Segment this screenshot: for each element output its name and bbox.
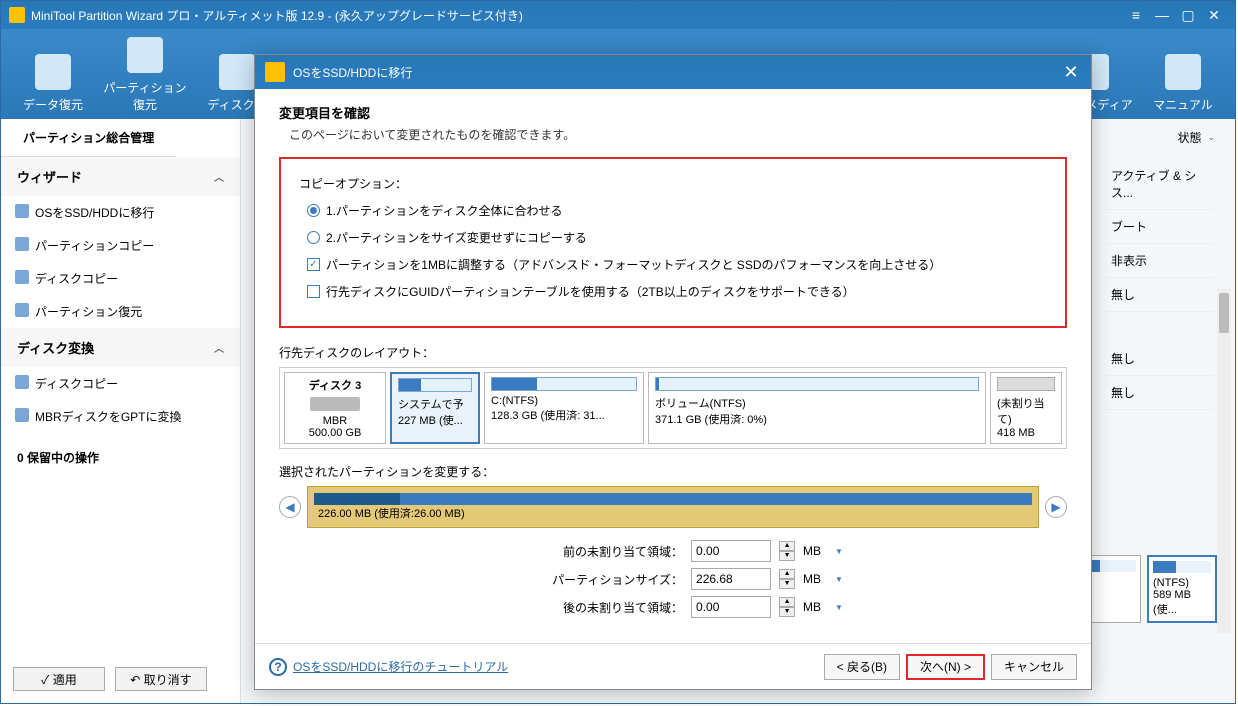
main-titlebar: MiniTool Partition Wizard プロ・アルティメット版 12… bbox=[1, 1, 1235, 29]
unit-dropdown[interactable]: ▼ bbox=[835, 603, 843, 612]
after-label: 後の未割り当て領域： bbox=[503, 599, 683, 616]
disk-layout: ディスク 3 MBR 500.00 GB システムで予227 MB (使... … bbox=[279, 367, 1067, 449]
slide-right-button[interactable]: ▶ bbox=[1045, 496, 1067, 518]
partition-volume[interactable]: ボリューム(NTFS)371.1 GB (使用済: 0%) bbox=[648, 372, 986, 444]
chk-use-gpt[interactable]: 行先ディスクにGUIDパーティションテーブルを使用する（2TB以上のディスクをサ… bbox=[307, 283, 1047, 300]
sidebar-copy-disk[interactable]: ディスクコピー bbox=[1, 262, 240, 295]
state-item[interactable]: アクティブ & シス... bbox=[1105, 159, 1215, 210]
spin-down[interactable]: ▼ bbox=[779, 607, 795, 617]
partition-c[interactable]: C:(NTFS)128.3 GB (使用済: 31... bbox=[484, 372, 644, 444]
close-button[interactable]: ✕ bbox=[1201, 5, 1227, 25]
sidebar-copy-disk2[interactable]: ディスクコピー bbox=[1, 367, 240, 400]
disk-icon bbox=[310, 397, 360, 411]
spin-up[interactable]: ▲ bbox=[779, 597, 795, 607]
sidebar-mbr-to-gpt[interactable]: MBRディスクをGPTに変換 bbox=[1, 400, 240, 433]
tb-data-recovery[interactable]: データ復元 bbox=[7, 54, 99, 113]
sidebar: パーティション総合管理 ウィザード︿ OSをSSD/HDDに移行 パーティション… bbox=[1, 119, 241, 703]
size-label: パーティションサイズ： bbox=[503, 571, 683, 588]
dialog-titlebar: OSをSSD/HDDに移行 ✕ bbox=[255, 55, 1091, 89]
state-item[interactable]: 無し bbox=[1105, 278, 1215, 312]
state-item[interactable]: 無し bbox=[1105, 342, 1215, 376]
partition-slider[interactable]: 226.00 MB (使用済:26.00 MB) bbox=[307, 486, 1039, 528]
spin-down[interactable]: ▼ bbox=[779, 551, 795, 561]
sidebar-tab[interactable]: パーティション総合管理 bbox=[1, 119, 176, 157]
next-button[interactable]: 次へ(N) > bbox=[906, 654, 985, 680]
partition-unalloc[interactable]: (未割り当て)418 MB bbox=[990, 372, 1062, 444]
checkbox-icon: ✓ bbox=[307, 258, 320, 271]
chevron-up-icon: ︿ bbox=[214, 169, 224, 184]
help-link[interactable]: ? OSをSSD/HDDに移行のチュートリアル bbox=[269, 658, 508, 676]
dialog-title: OSをSSD/HDDに移行 bbox=[293, 64, 412, 81]
window-title: MiniTool Partition Wizard プロ・アルティメット版 12… bbox=[31, 7, 523, 24]
opt-no-resize[interactable]: 2.パーティションをサイズ変更せずにコピーする bbox=[307, 229, 1047, 246]
sidebar-group-convert[interactable]: ディスク変換︿ bbox=[1, 328, 240, 367]
dialog-heading: 変更項目を確認 bbox=[279, 103, 1067, 122]
apply-button[interactable]: ✓ 適用 bbox=[13, 667, 105, 691]
minimize-button[interactable]: — bbox=[1149, 5, 1175, 25]
state-item[interactable]: 非表示 bbox=[1105, 244, 1215, 278]
radio-icon bbox=[307, 231, 320, 244]
app-icon bbox=[9, 7, 25, 23]
sidebar-recover-partition[interactable]: パーティション復元 bbox=[1, 295, 240, 328]
sidebar-group-wizard[interactable]: ウィザード︿ bbox=[1, 157, 240, 196]
disk-info[interactable]: ディスク 3 MBR 500.00 GB bbox=[284, 372, 386, 444]
layout-label: 行先ディスクのレイアウト： bbox=[279, 344, 1067, 361]
undo-button[interactable]: ↶ 取り消す bbox=[115, 667, 207, 691]
state-item[interactable]: ブート bbox=[1105, 210, 1215, 244]
edit-label: 選択されたパーティションを変更する： bbox=[279, 463, 1067, 480]
sidebar-migrate-os[interactable]: OSをSSD/HDDに移行 bbox=[1, 196, 240, 229]
copy-options-fieldset: コピーオプション： 1.パーティションをディスク全体に合わせる 2.パーティショ… bbox=[279, 157, 1067, 328]
chevron-up-icon: ︿ bbox=[214, 340, 224, 355]
disk-thumb-selected[interactable]: (NTFS)589 MB (使... bbox=[1147, 555, 1217, 623]
tb-partition-recovery[interactable]: パーティション復元 bbox=[99, 37, 191, 113]
maximize-button[interactable]: ▢ bbox=[1175, 5, 1201, 25]
dialog-icon bbox=[265, 62, 285, 82]
unit-dropdown[interactable]: ▼ bbox=[835, 547, 843, 556]
dialog-subheading: このページにおいて変更されたものを確認できます。 bbox=[289, 126, 1067, 143]
hamburger-icon[interactable]: ≡ bbox=[1123, 5, 1149, 25]
after-input[interactable] bbox=[691, 596, 771, 618]
copy-options-label: コピーオプション： bbox=[299, 175, 1047, 192]
spin-down[interactable]: ▼ bbox=[779, 579, 795, 589]
dialog-close-button[interactable]: ✕ bbox=[1061, 62, 1081, 83]
state-list: アクティブ & シス... ブート 非表示 無し 無し 無し bbox=[1105, 159, 1215, 410]
checkbox-icon bbox=[307, 285, 320, 298]
state-item[interactable]: 無し bbox=[1105, 376, 1215, 410]
chk-align-1mb[interactable]: ✓パーティションを1MBに調整する（アドバンスド・フォーマットディスクと SSD… bbox=[307, 256, 1047, 273]
before-label: 前の未割り当て領域： bbox=[503, 543, 683, 560]
size-input[interactable] bbox=[691, 568, 771, 590]
slider-info: 226.00 MB (使用済:26.00 MB) bbox=[318, 505, 465, 521]
sidebar-copy-partition[interactable]: パーティションコピー bbox=[1, 229, 240, 262]
help-icon: ? bbox=[269, 658, 287, 676]
state-column-header: 状態 bbox=[1177, 129, 1201, 146]
back-button[interactable]: < 戻る(B) bbox=[824, 654, 900, 680]
unit-dropdown[interactable]: ▼ bbox=[835, 575, 843, 584]
radio-icon bbox=[307, 204, 320, 217]
tb-manual[interactable]: マニュアル bbox=[1137, 54, 1229, 113]
spin-up[interactable]: ▲ bbox=[779, 541, 795, 551]
migrate-os-dialog: OSをSSD/HDDに移行 ✕ 変更項目を確認 このページにおいて変更されたもの… bbox=[254, 54, 1092, 690]
opt-fit-disk[interactable]: 1.パーティションをディスク全体に合わせる bbox=[307, 202, 1047, 219]
spin-up[interactable]: ▲ bbox=[779, 569, 795, 579]
pending-ops: 0 保留中の操作 bbox=[1, 433, 240, 482]
partition-system[interactable]: システムで予227 MB (使... bbox=[390, 372, 480, 444]
before-input[interactable] bbox=[691, 540, 771, 562]
scrollbar[interactable] bbox=[1217, 289, 1231, 633]
slide-left-button[interactable]: ◀ bbox=[279, 496, 301, 518]
chevron-down-icon[interactable]: ⌄ bbox=[1207, 132, 1215, 143]
cancel-button[interactable]: キャンセル bbox=[991, 654, 1077, 680]
